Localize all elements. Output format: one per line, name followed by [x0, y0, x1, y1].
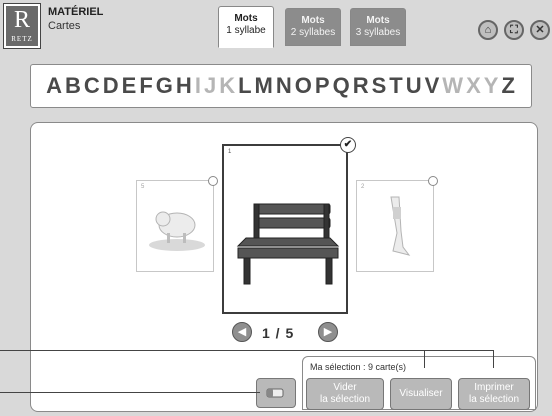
letter-v[interactable]: V — [424, 73, 442, 99]
button-label-line2: la sélection — [319, 394, 371, 405]
button-label: Visualiser — [399, 388, 443, 399]
tab-label-line1: Mots — [234, 13, 258, 24]
alphabet-bar: ABCDEFGHIJKLMNOPQRSTUVWXYZ — [30, 64, 532, 108]
letter-f[interactable]: F — [138, 73, 154, 99]
card-center[interactable]: 1 — [222, 144, 348, 314]
logo-text: RETZ — [11, 35, 33, 43]
logo-letter: R — [13, 7, 30, 33]
tab-mots-2-syllabes[interactable]: Mots 2 syllabes — [285, 8, 341, 46]
letter-k[interactable]: K — [218, 73, 237, 99]
letter-u[interactable]: U — [405, 73, 424, 99]
letter-t[interactable]: T — [388, 73, 404, 99]
next-arrow-icon[interactable]: ▶ — [318, 322, 338, 342]
select-ring-right[interactable] — [428, 176, 438, 186]
callout-line — [0, 350, 493, 351]
letter-w[interactable]: W — [441, 73, 465, 99]
letter-n[interactable]: N — [275, 73, 294, 99]
callout-line — [493, 350, 494, 368]
card-right[interactable]: 2 — [356, 180, 434, 272]
home-icon[interactable]: ⌂ — [478, 20, 498, 40]
clear-icon-button[interactable] — [256, 378, 296, 408]
eraser-icon — [266, 388, 284, 398]
callout-line — [424, 350, 425, 368]
letter-r[interactable]: R — [352, 73, 371, 99]
page-title: MATÉRIEL — [48, 6, 104, 18]
pager-counter: 1 / 5 — [262, 325, 295, 341]
card-number: 2 — [361, 184, 365, 190]
letter-d[interactable]: D — [102, 73, 121, 99]
leg-illustration — [390, 196, 411, 256]
view-button[interactable]: Visualiser — [390, 378, 452, 410]
letter-m[interactable]: M — [254, 73, 275, 99]
letter-y[interactable]: Y — [483, 73, 501, 99]
close-icon[interactable]: ✕ — [530, 20, 550, 40]
letter-b[interactable]: B — [64, 73, 83, 99]
tab-label-line2: 3 syllabes — [355, 27, 401, 38]
letter-o[interactable]: O — [294, 73, 314, 99]
select-ring-left[interactable] — [208, 176, 218, 186]
tab-label-line2: 1 syllabe — [226, 25, 266, 36]
letter-e[interactable]: E — [121, 73, 139, 99]
page-subtitle: Cartes — [48, 20, 81, 32]
app-window: R RETZ MATÉRIEL Cartes Mots 1 syllabe Mo… — [0, 0, 552, 416]
letter-c[interactable]: C — [83, 73, 102, 99]
card-number: 1 — [228, 149, 232, 155]
tab-label-line1: Mots — [366, 15, 390, 26]
checkmark-icon[interactable]: ✔ — [340, 137, 356, 153]
tab-label-line1: Mots — [301, 15, 325, 26]
letter-l[interactable]: L — [237, 73, 253, 99]
button-label-line1: Vider — [333, 382, 357, 393]
button-label-line1: Imprimer — [474, 382, 514, 393]
retz-logo: R RETZ — [3, 3, 41, 49]
print-selection-button[interactable]: Imprimer la sélection — [458, 378, 530, 410]
pig-illustration — [149, 211, 205, 251]
clear-selection-button[interactable]: Vider la sélection — [306, 378, 384, 410]
letter-i[interactable]: I — [194, 73, 203, 99]
letter-q[interactable]: Q — [332, 73, 352, 99]
letter-p[interactable]: P — [314, 73, 332, 99]
fullscreen-icon[interactable]: ⛶ — [504, 20, 524, 40]
card-number: 5 — [141, 184, 145, 190]
letter-z[interactable]: Z — [500, 73, 516, 99]
letter-x[interactable]: X — [465, 73, 483, 99]
letter-j[interactable]: J — [203, 73, 218, 99]
letter-a[interactable]: A — [45, 73, 64, 99]
button-label-line2: la sélection — [468, 394, 520, 405]
tab-mots-3-syllabes[interactable]: Mots 3 syllabes — [350, 8, 406, 46]
selection-count: Ma sélection : 9 carte(s) — [310, 362, 407, 372]
card-left[interactable]: 5 — [136, 180, 214, 272]
prev-arrow-icon[interactable]: ◀ — [232, 322, 252, 342]
tab-label-line2: 2 syllabes — [290, 27, 336, 38]
callout-line — [0, 392, 260, 393]
letter-g[interactable]: G — [155, 73, 175, 99]
letter-s[interactable]: S — [371, 73, 389, 99]
letter-h[interactable]: H — [175, 73, 194, 99]
bench-illustration — [236, 203, 340, 285]
tab-mots-1-syllabe[interactable]: Mots 1 syllabe — [218, 6, 274, 48]
